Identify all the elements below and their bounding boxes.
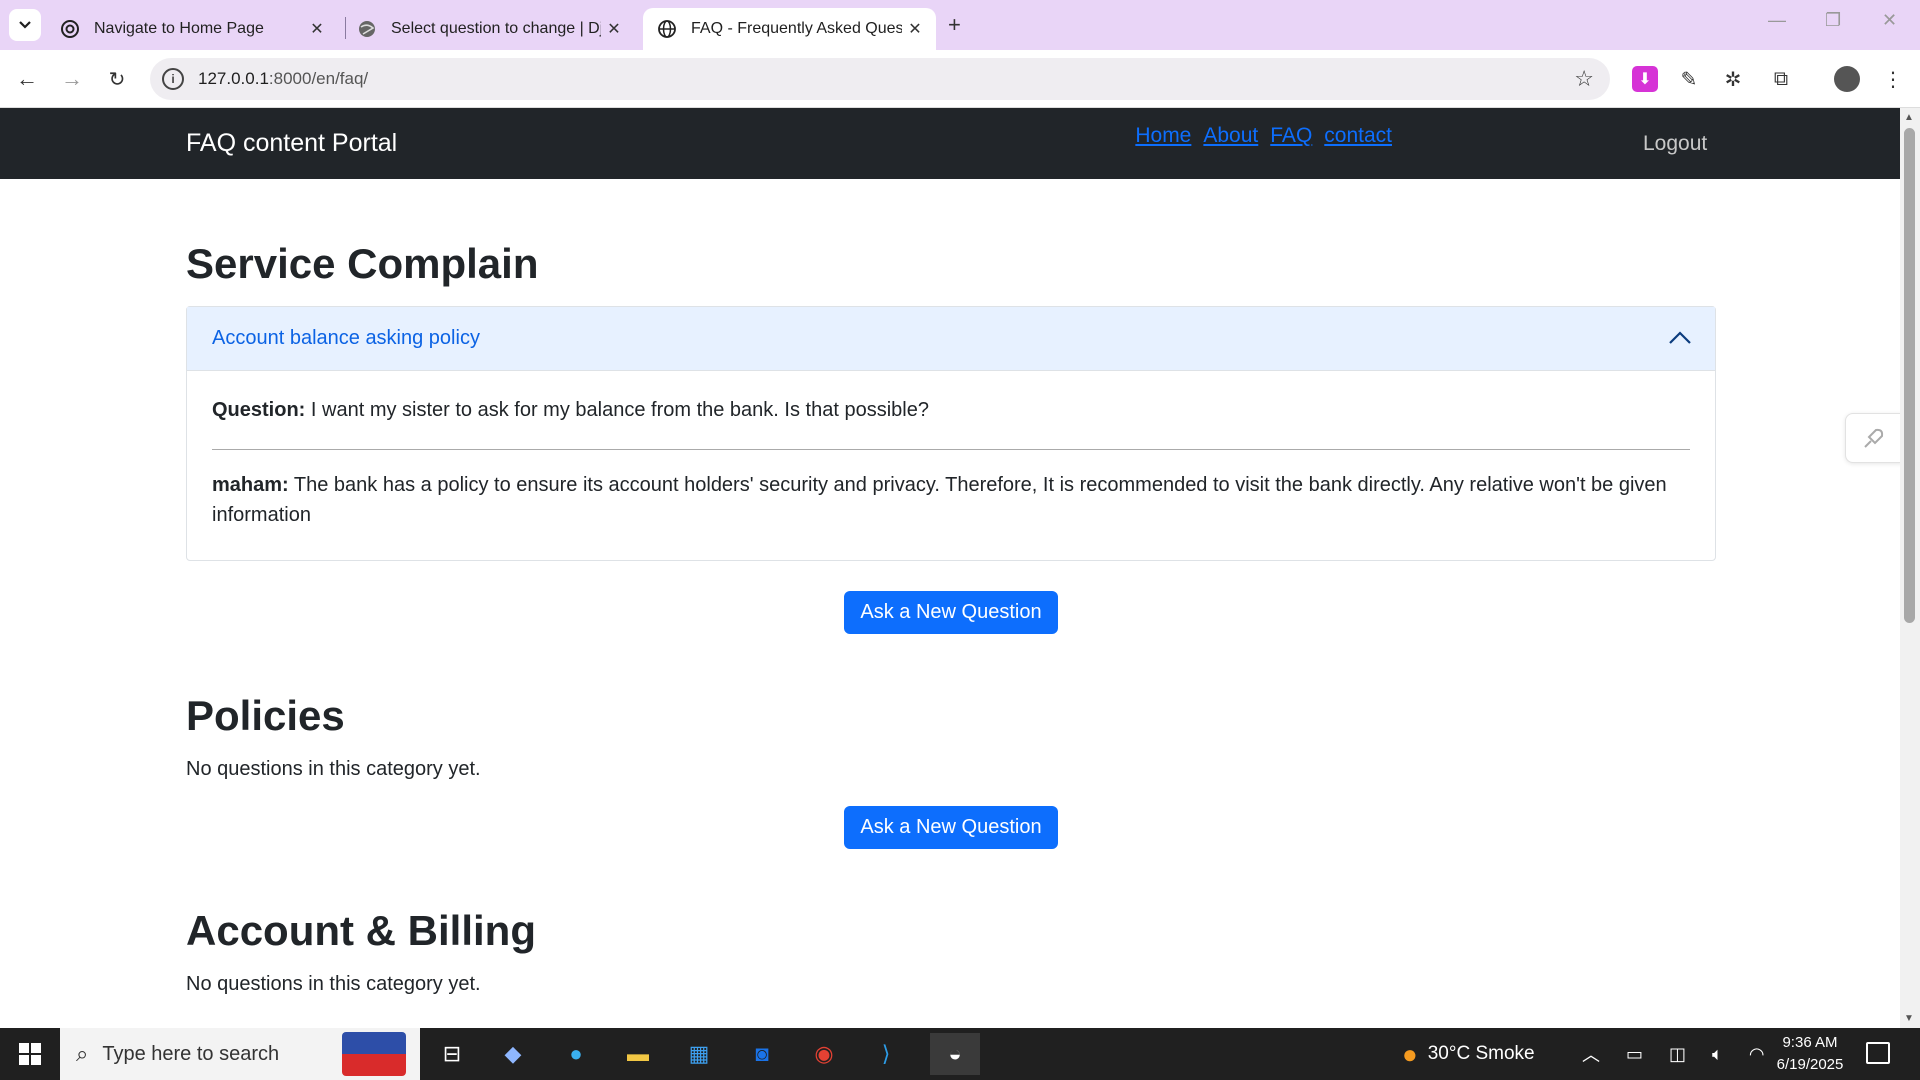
close-icon[interactable]: ✕ [601,19,627,39]
faq-accordion: Account balance asking policy Question: … [186,306,1716,561]
tab-search-button[interactable] [9,9,41,41]
tab-title: Navigate to Home Page [94,20,264,37]
taskbar-search[interactable]: ⌕ Type here to search [60,1028,420,1080]
site-info-icon[interactable]: i [162,68,184,90]
windows-start-icon[interactable] [0,1028,60,1080]
scroll-up-icon[interactable]: ▲ [1904,112,1914,123]
tab-navigate-home[interactable]: Navigate to Home Page ✕ [46,8,338,50]
bookmark-star-icon[interactable]: ☆ [1574,66,1594,92]
close-icon[interactable]: ✕ [902,19,928,39]
clock[interactable]: 9:36 AM 6/19/2025 [1760,1032,1860,1076]
faq-title: Account balance asking policy [212,327,480,349]
store-icon[interactable]: ▦ [683,1038,715,1070]
page-viewport: FAQ content Portal Home About FAQ contac… [0,108,1900,1028]
clock-date: 6/19/2025 [1776,1056,1844,1073]
close-window-icon[interactable]: ✕ [1882,10,1897,31]
browser-toolbar: ← → ↻ i 127.0.0.1:8000/en/faq/ ☆ ⬇ ✎ ✲ ⧉… [0,50,1920,108]
edge-icon[interactable]: ● [560,1038,592,1070]
bug-extension-icon[interactable]: ✲ [1720,66,1746,92]
tab-title: Select question to change | Dja [391,20,601,37]
weather-widget[interactable]: ● 30°C Smoke [1402,1028,1535,1080]
search-highlight-image [342,1032,406,1076]
chevron-down-icon [19,21,31,29]
download-extension-icon[interactable]: ⬇ [1632,66,1658,92]
clock-time: 9:36 AM [1782,1034,1838,1051]
ask-question-button[interactable]: Ask a New Question [844,591,1058,634]
battery-icon[interactable]: ▭ [1626,1044,1643,1065]
category-heading: Policies [186,692,345,739]
pen-extension-icon[interactable]: ✎ [1676,66,1702,92]
minimize-icon[interactable]: — [1768,10,1786,31]
file-explorer-icon[interactable]: ▬ [622,1038,654,1070]
profile-avatar[interactable] [1834,66,1860,92]
tab-faq[interactable]: FAQ - Frequently Asked Questic ✕ [643,8,936,50]
logout-link[interactable]: Logout [1643,132,1707,156]
task-view-icon[interactable]: ⊟ [436,1038,468,1070]
notification-icon[interactable] [1866,1042,1890,1064]
vertical-scrollbar[interactable]: ▲ ▼ [1900,108,1920,1028]
menu-kebab-icon[interactable]: ⋮ [1880,66,1906,92]
weather-text: 30°C Smoke [1427,1043,1535,1064]
weather-icon: ● [1402,1038,1418,1069]
volume-icon[interactable]: 🔈︎ [1712,1044,1723,1065]
windows-taskbar: ⌕ Type here to search ⊟ ◆ ● ▬ ▦ ◙ ◉ ⟩ ◒ … [0,1028,1920,1080]
empty-category-text: No questions in this category yet. [186,758,481,780]
close-icon[interactable]: ✕ [304,19,330,39]
faq-answer: maham: The bank has a policy to ensure i… [212,474,1667,526]
rocket-icon[interactable] [1845,413,1900,463]
ask-question-button[interactable]: Ask a New Question [844,806,1058,849]
nav-home-link[interactable]: Home [1135,124,1191,148]
tab-strip: Navigate to Home Page ✕ Select question … [0,0,1920,50]
url-text: 127.0.0.1:8000/en/faq/ [198,69,369,88]
forward-icon[interactable]: → [57,64,87,94]
category-heading: Account & Billing [186,907,536,954]
globe-icon [357,19,377,39]
new-tab-button[interactable]: + [948,12,961,38]
extensions-puzzle-icon[interactable]: ⧉ [1768,66,1794,92]
nav-contact-link[interactable]: contact [1324,124,1392,148]
empty-category-text: No questions in this category yet. [186,973,481,995]
chrome-icon[interactable]: ◉ [808,1038,840,1070]
copilot-icon[interactable]: ◆ [497,1038,529,1070]
divider [212,449,1690,450]
restore-icon[interactable]: ❐ [1825,10,1841,31]
back-icon[interactable]: ← [12,64,42,94]
outlook-icon[interactable]: ◙ [746,1038,778,1070]
scroll-down-icon[interactable]: ▼ [1904,1013,1914,1024]
category-heading: Service Complain [186,240,539,287]
accordion-header[interactable]: Account balance asking policy [187,307,1715,371]
nav-links: Home About FAQ contact [1123,124,1392,148]
globe-icon [657,19,677,39]
site-brand[interactable]: FAQ content Portal [186,129,397,158]
address-bar[interactable]: i 127.0.0.1:8000/en/faq/ ☆ [150,58,1610,100]
search-placeholder: Type here to search [102,1042,280,1065]
meet-now-icon[interactable]: ◫ [1669,1044,1686,1065]
openai-icon [60,19,80,39]
site-navbar: FAQ content Portal Home About FAQ contac… [0,108,1900,179]
system-tray: ︿ ▭ ◫ 🔈︎ ◠ [1582,1028,1765,1080]
accordion-body: Question: I want my sister to ask for my… [187,371,1715,560]
search-icon: ⌕ [76,1041,89,1066]
nav-about-link[interactable]: About [1203,124,1258,148]
faq-content: Service Complain Account balance asking … [186,179,1716,996]
tab-title: FAQ - Frequently Asked Questic [691,20,902,37]
nav-faq-link[interactable]: FAQ [1270,124,1312,148]
chevron-up-icon[interactable]: ︿ [1582,1041,1600,1067]
reload-icon[interactable]: ↻ [102,64,132,94]
faq-question: Question: I want my sister to ask for my… [212,399,929,421]
vscode-icon[interactable]: ⟩ [870,1038,902,1070]
tab-django-admin[interactable]: Select question to change | Dja ✕ [343,8,635,50]
scrollbar-thumb[interactable] [1904,128,1915,623]
active-app-icon[interactable]: ◒ [930,1033,980,1075]
chevron-up-icon [1669,331,1691,344]
